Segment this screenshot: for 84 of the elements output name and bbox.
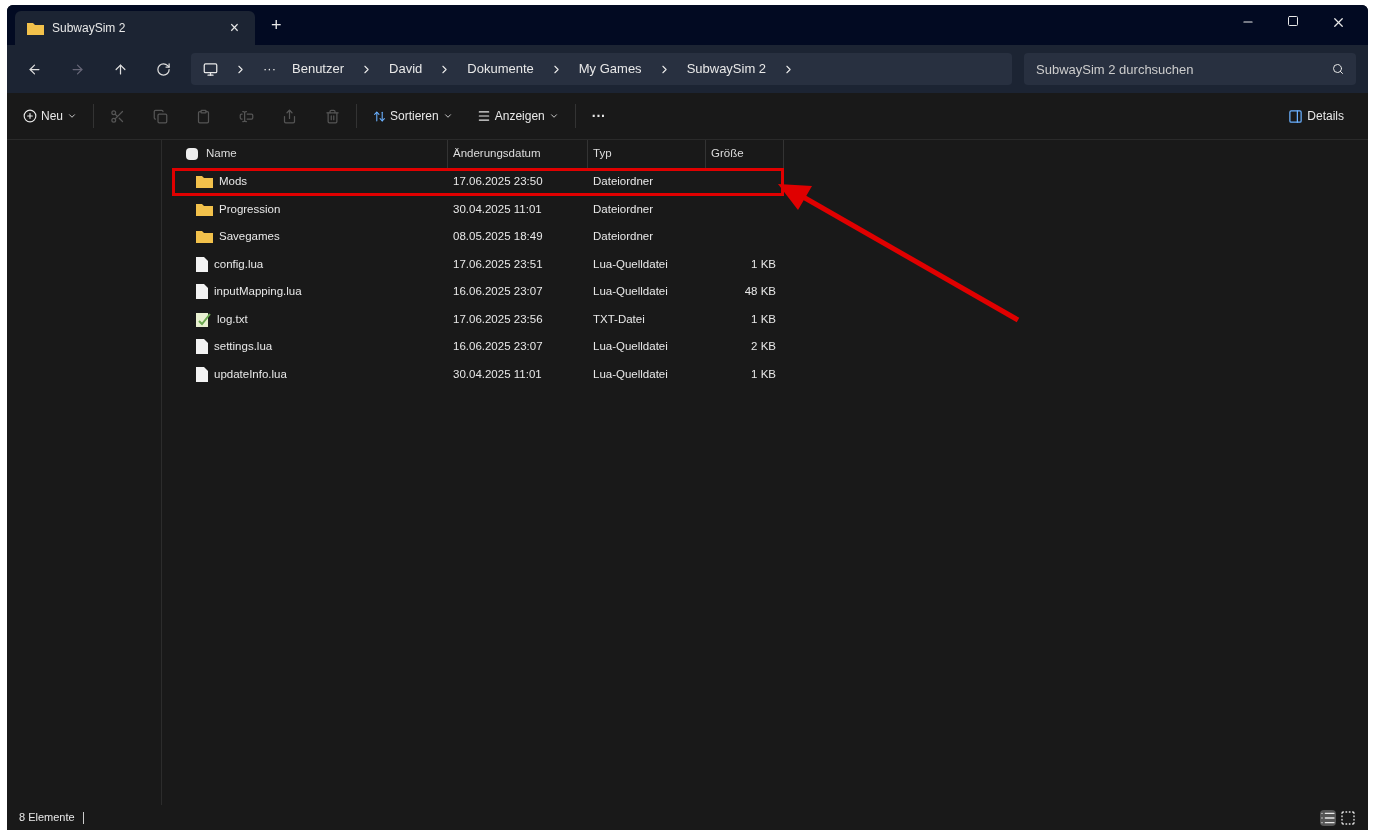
up-icon[interactable]	[113, 61, 128, 77]
file-row[interactable]: config.lua 17.06.2025 23:51 Lua-Quelldatei 1 KB	[186, 250, 784, 278]
type-cell-text: Lua-Quelldatei	[592, 284, 669, 300]
file-name: Progression	[219, 201, 281, 217]
type-cell-text: Dateiordner	[592, 174, 655, 190]
select-all-checkbox[interactable]	[186, 148, 198, 160]
date-cell-text: 30.04.2025 11:01	[452, 366, 543, 382]
type-cell-text: Lua-Quelldatei	[592, 366, 669, 382]
size-cell: 48 KB	[744, 285, 776, 298]
document-icon	[196, 256, 208, 272]
computer-icon	[203, 61, 218, 77]
tab-title: SubwaySim 2	[52, 20, 127, 37]
file-row[interactable]: inputMapping.lua 16.06.2025 23:07 Lua-Quelldatei 48 KB	[186, 278, 784, 306]
notepad-icon	[196, 311, 211, 327]
address-bar[interactable]: ··· Benutzer David Dokumente My Games SubwaySim 2	[191, 53, 1012, 85]
lines-icon	[476, 109, 491, 123]
new-tab-button[interactable]: +	[271, 12, 282, 39]
chevron-down-icon	[442, 111, 453, 121]
type-cell-text: Dateiordner	[592, 229, 655, 245]
window-tab[interactable]: SubwaySim 2 ×	[15, 11, 255, 45]
date-cell-text: 17.06.2025 23:51	[452, 256, 544, 272]
folder-icon	[196, 230, 213, 244]
more-button[interactable]: ···	[591, 105, 606, 127]
panel-icon	[1288, 108, 1304, 124]
breadcrumb-item[interactable]: Benutzer	[292, 59, 345, 79]
close-tab-button[interactable]: ×	[225, 16, 243, 40]
file-name: Savegames	[219, 229, 280, 245]
plus-icon	[23, 109, 37, 123]
file-row[interactable]: settings.lua 16.06.2025 23:07 Lua-Quelldatei 2 KB	[186, 333, 784, 361]
date-cell-text: 16.06.2025 23:07	[452, 339, 544, 355]
item-count: 8 Elemente	[19, 810, 75, 826]
sort-icon	[373, 109, 386, 123]
file-row[interactable]: Savegames 08.05.2025 18:49 Dateiordner	[186, 223, 784, 251]
maximize-icon[interactable]	[1287, 15, 1299, 27]
details-view-icon[interactable]	[1320, 809, 1336, 826]
folder-icon	[196, 175, 213, 189]
type-cell-text: Lua-Quelldatei	[592, 339, 669, 355]
date-cell-text: 30.04.2025 11:01	[452, 201, 543, 217]
column-header[interactable]: Änderungsdatum	[453, 145, 541, 163]
view-button[interactable]: Anzeigen	[476, 107, 559, 125]
new-button[interactable]: Neu	[23, 107, 77, 125]
chevron-down-icon	[548, 111, 559, 121]
file-name: updateInfo.lua	[214, 366, 287, 382]
file-row[interactable]: log.txt 17.06.2025 23:56 TXT-Datei 1 KB	[186, 305, 784, 333]
search-icon	[1332, 63, 1344, 75]
date-cell-text: 17.06.2025 23:50	[452, 174, 544, 190]
type-cell-text: Dateiordner	[592, 201, 655, 217]
breadcrumb-item[interactable]: SubwaySim 2	[686, 59, 767, 79]
breadcrumb-item[interactable]: David	[389, 59, 423, 79]
document-icon	[196, 366, 208, 382]
details-button[interactable]: Details	[1288, 107, 1344, 125]
file-name: log.txt	[217, 311, 248, 327]
size-cell: 1 KB	[751, 312, 776, 325]
type-cell-text: TXT-Datei	[592, 311, 646, 327]
chevron-down-icon	[67, 111, 77, 121]
file-name: config.lua	[214, 256, 264, 272]
date-cell-text: 16.06.2025 23:07	[452, 284, 544, 300]
column-header[interactable]: Name	[206, 145, 237, 163]
file-row[interactable]: Progression 30.04.2025 11:01 Dateiordner	[186, 195, 784, 223]
document-icon	[196, 339, 208, 355]
document-icon	[196, 284, 208, 300]
size-cell: 2 KB	[751, 340, 776, 353]
column-header[interactable]: Größe	[711, 145, 744, 163]
date-cell-text: 08.05.2025 18:49	[452, 229, 544, 245]
size-cell: 1 KB	[751, 257, 776, 270]
column-header[interactable]: Typ	[593, 145, 612, 163]
breadcrumb-item[interactable]: My Games	[578, 59, 642, 79]
back-icon[interactable]	[27, 61, 42, 77]
close-icon[interactable]	[1331, 15, 1346, 30]
breadcrumb-overflow[interactable]: ···	[263, 59, 276, 79]
type-cell-text: Lua-Quelldatei	[592, 256, 669, 272]
search-field[interactable]: SubwaySim 2 durchsuchen	[1024, 53, 1356, 85]
breadcrumb-item[interactable]: Dokumente	[467, 59, 534, 79]
sort-button[interactable]: Sortieren	[373, 107, 453, 125]
file-row[interactable]: Mods 17.06.2025 23:50 Dateiordner	[172, 168, 784, 196]
folder-icon	[196, 202, 213, 216]
file-name: Mods	[219, 174, 248, 190]
file-name: inputMapping.lua	[214, 284, 302, 300]
file-row[interactable]: updateInfo.lua 30.04.2025 11:01 Lua-Quelldatei 1 KB	[186, 360, 784, 388]
file-name: settings.lua	[214, 339, 273, 355]
folder-icon	[27, 21, 44, 35]
size-cell: 1 KB	[751, 367, 776, 380]
date-cell-text: 17.06.2025 23:56	[452, 311, 544, 327]
refresh-icon[interactable]	[156, 61, 171, 77]
